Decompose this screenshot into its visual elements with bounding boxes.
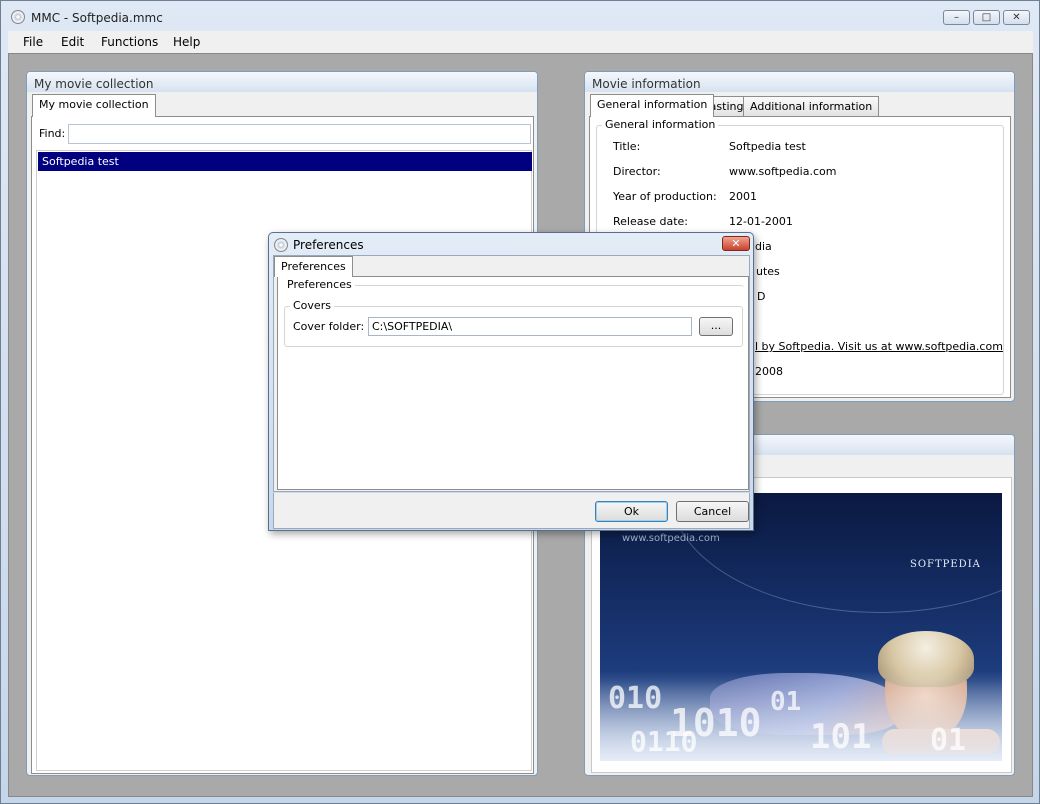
- release-date-label: Release date:: [613, 215, 688, 228]
- title-bar[interactable]: MMC - Softpedia.mmc – □ ✕: [1, 1, 1039, 31]
- minimize-button[interactable]: –: [943, 10, 970, 25]
- title-label: Title:: [613, 140, 641, 153]
- list-item[interactable]: Softpedia test: [38, 152, 532, 171]
- director-label: Director:: [613, 165, 661, 178]
- director-value: www.softpedia.com: [729, 165, 837, 178]
- cover-image: www.softpedia.com SOFTPEDIA 010 1010 01 …: [600, 493, 1002, 761]
- dialog-footer: Ok Cancel: [273, 493, 750, 529]
- maximize-button[interactable]: □: [973, 10, 1000, 25]
- covers-group: Covers Cover folder: C:\SOFTPEDIA\ ...: [284, 299, 743, 347]
- cover-folder-label: Cover folder:: [293, 320, 365, 333]
- duration-value: utes: [756, 265, 780, 278]
- poster-brand-text: SOFTPEDIA: [910, 559, 981, 570]
- year-value: 2001: [729, 190, 757, 203]
- tab-preferences[interactable]: Preferences: [274, 256, 353, 277]
- date-value: 2008: [755, 365, 783, 378]
- country-value: dia: [755, 240, 772, 253]
- menu-file[interactable]: File: [23, 35, 43, 49]
- dialog-title: Preferences: [293, 238, 364, 252]
- tab-my-movie-collection[interactable]: My movie collection: [32, 94, 156, 117]
- dialog-disc-icon: [274, 238, 288, 252]
- menu-functions[interactable]: Functions: [101, 35, 158, 49]
- comment-link[interactable]: l by Softpedia. Visit us at www.softpedi…: [755, 340, 1003, 353]
- preferences-group-title: Preferences: [284, 278, 355, 291]
- format-value: D: [757, 290, 766, 303]
- preferences-dialog: Preferences ✕ Preferences Preferences Co…: [268, 232, 754, 531]
- collection-panel-title: My movie collection: [27, 72, 537, 92]
- ok-button[interactable]: Ok: [595, 501, 668, 522]
- find-label: Find:: [39, 127, 66, 140]
- preferences-group: Preferences Covers Cover folder: C:\SOFT…: [284, 278, 744, 347]
- covers-group-title: Covers: [290, 299, 334, 312]
- find-input[interactable]: [68, 124, 531, 144]
- tab-general-information[interactable]: General information: [590, 94, 715, 117]
- release-date-value: 12-01-2001: [729, 215, 793, 228]
- close-button[interactable]: ✕: [1003, 10, 1030, 25]
- app-disc-icon: [11, 10, 25, 24]
- browse-button[interactable]: ...: [699, 317, 733, 336]
- menu-edit[interactable]: Edit: [61, 35, 84, 49]
- menu-bar: File Edit Functions Help: [8, 31, 1033, 53]
- cover-folder-input[interactable]: C:\SOFTPEDIA\: [368, 317, 692, 336]
- dialog-body: Preferences Preferences Covers Cover fol…: [273, 255, 750, 492]
- cancel-button[interactable]: Cancel: [676, 501, 749, 522]
- general-information-group-title: General information: [602, 118, 719, 131]
- window-title: MMC - Softpedia.mmc: [31, 11, 163, 25]
- poster-url-text: www.softpedia.com: [622, 533, 720, 544]
- poster-binary-digits: 010 1010 01 101 0110 01: [600, 671, 1002, 761]
- preferences-tab-body: Preferences Covers Cover folder: C:\SOFT…: [277, 276, 749, 490]
- title-value: Softpedia test: [729, 140, 806, 153]
- year-label: Year of production:: [613, 190, 717, 203]
- menu-help[interactable]: Help: [173, 35, 200, 49]
- tab-additional-information[interactable]: Additional information: [743, 96, 880, 116]
- movie-info-panel-title: Movie information: [585, 72, 1014, 92]
- dialog-close-button[interactable]: ✕: [722, 236, 750, 251]
